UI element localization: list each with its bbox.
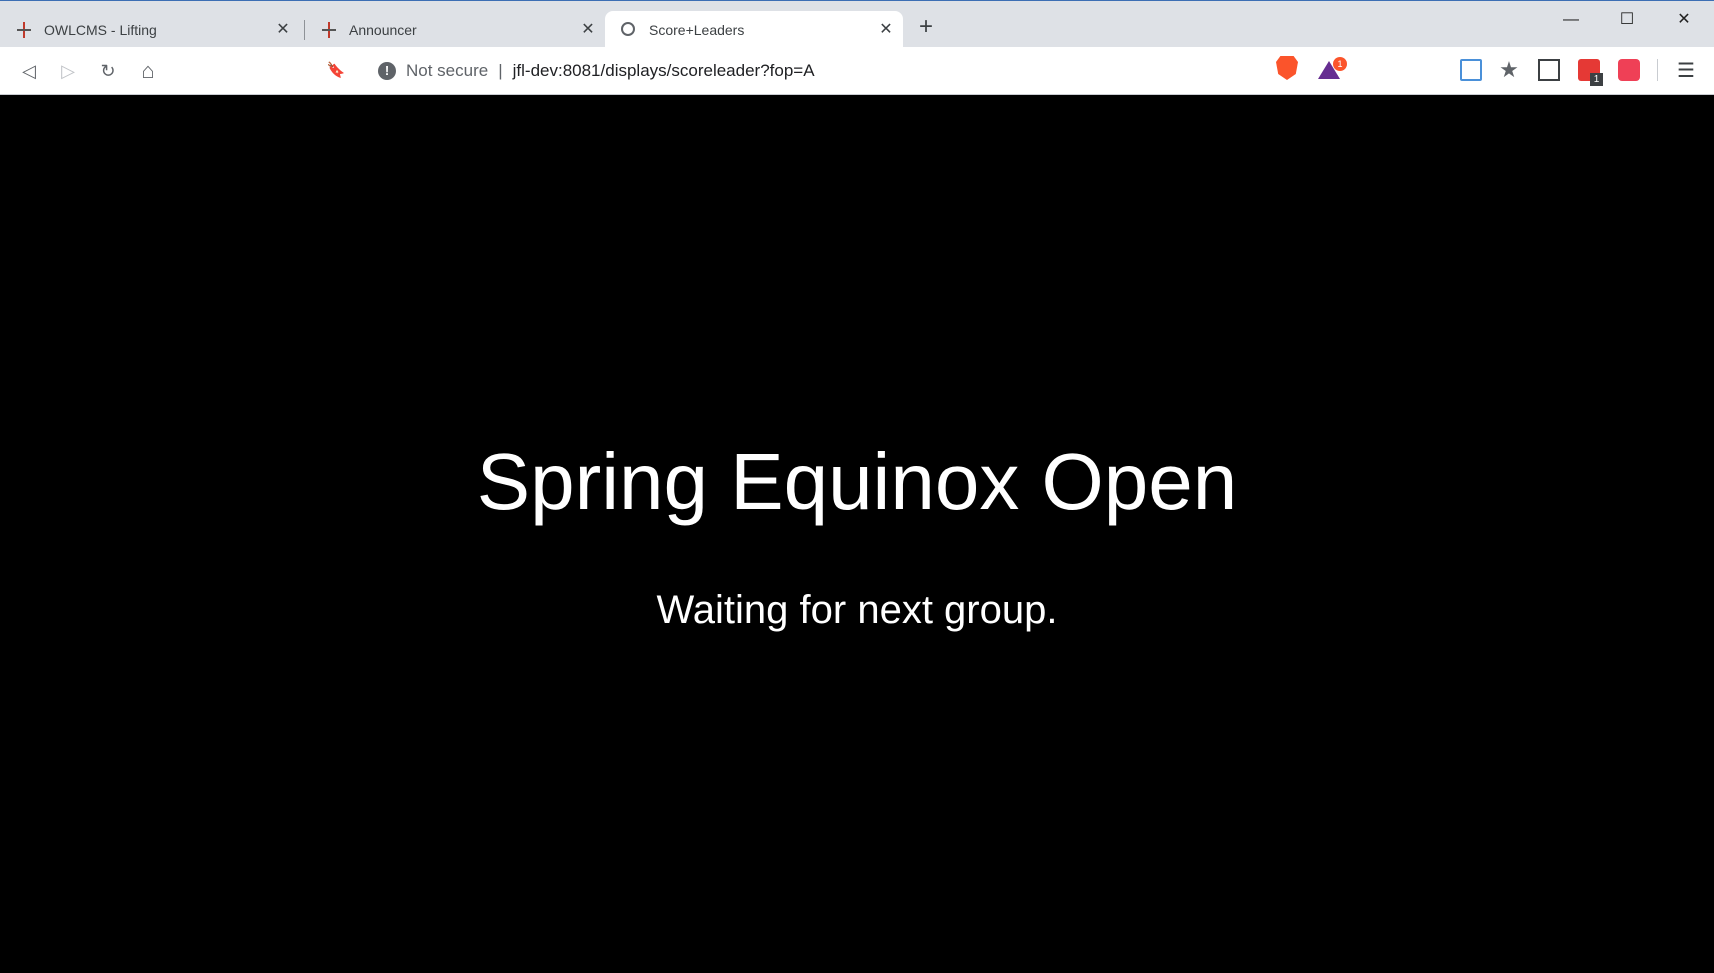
info-icon[interactable]: ! [378,62,396,80]
bookmark-icon[interactable]: 🔖 [324,59,348,83]
status-message: Waiting for next group. [656,588,1058,632]
minimize-button[interactable]: — [1551,7,1591,33]
close-window-button[interactable]: ✕ [1664,7,1704,33]
tab-title: Score+Leaders [649,21,745,38]
pocket-icon[interactable] [1618,59,1640,81]
divider: | [498,61,503,80]
security-label[interactable]: Not secure [406,61,488,81]
tab-strip: OWLCMS - Lifting ✕ Announcer ✕ Score+Lea… [0,0,1714,48]
brave-rewards-icon[interactable]: 1 [1318,57,1347,83]
tab-title: OWLCMS - Lifting [44,21,157,38]
reload-button[interactable]: ↻ [96,59,120,83]
tab-announcer[interactable]: Announcer ✕ [305,11,605,48]
url-text[interactable]: jfl-dev:8081/displays/scoreleader?fop=A [513,61,815,81]
close-tab-icon[interactable]: ✕ [579,21,597,39]
back-button[interactable]: ◁ [17,59,41,83]
toolbar-separator [1657,59,1658,81]
scoreboard-display: Spring Equinox Open Waiting for next gro… [1,95,1713,973]
maximize-button[interactable]: ☐ [1607,7,1647,33]
tab-owlcms-lifting[interactable]: OWLCMS - Lifting ✕ [0,11,300,48]
address-bar[interactable]: ! Not secure | jfl-dev:8081/displays/sco… [364,54,1354,88]
competition-title: Spring Equinox Open [476,437,1238,526]
browser-menu-icon[interactable]: ☰ [1676,59,1696,83]
new-tab-button[interactable]: + [914,15,938,39]
extension-badge: 1 [1590,73,1603,86]
browser-toolbar: ◁ ▷ ↻ ⌂ 🔖 ! Not secure | jfl-dev:8081/di… [0,47,1714,95]
globe-icon [621,21,637,38]
screenshot-extension-icon[interactable] [1538,59,1560,81]
close-tab-icon[interactable]: ✕ [274,21,292,39]
close-tab-icon[interactable]: ✕ [877,21,895,39]
rewards-badge: 1 [1333,57,1347,71]
home-button[interactable]: ⌂ [136,59,160,83]
owlcms-icon [16,21,32,38]
cast-extension-icon[interactable] [1460,59,1482,81]
forward-button[interactable]: ▷ [56,59,80,83]
tab-score-leaders[interactable]: Score+Leaders ✕ [605,11,903,48]
star-icon[interactable]: ★ [1498,59,1520,81]
tab-title: Announcer [349,21,417,38]
owlcms-icon [321,21,337,38]
